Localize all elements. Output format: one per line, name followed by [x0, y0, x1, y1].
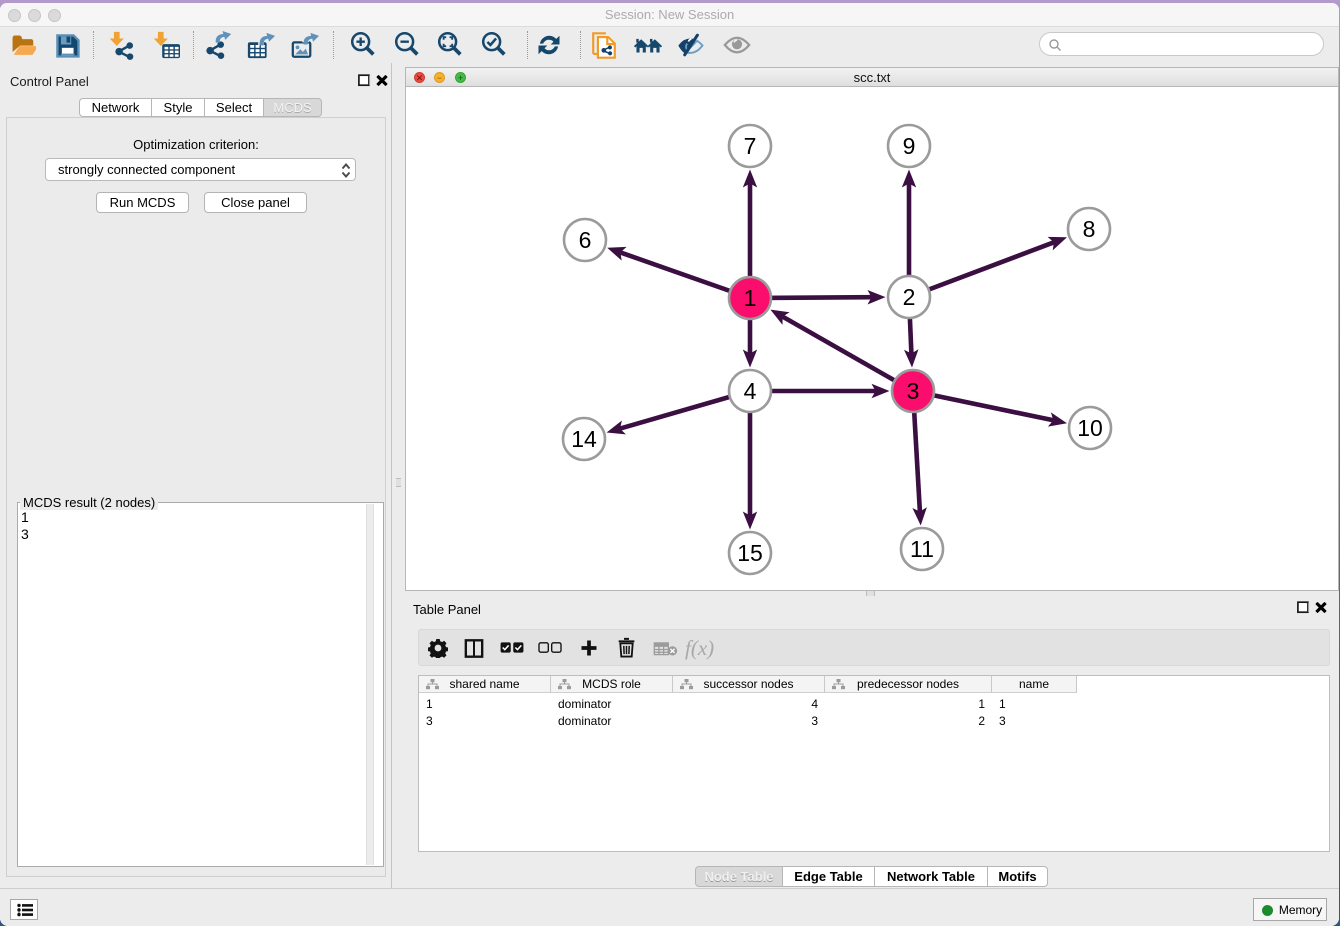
svg-text:3: 3 [907, 378, 920, 404]
svg-text:10: 10 [1077, 415, 1103, 441]
svg-text:14: 14 [571, 426, 597, 452]
svg-text:11: 11 [910, 536, 934, 562]
svg-text:8: 8 [1083, 216, 1096, 242]
svg-text:1: 1 [744, 285, 757, 311]
svg-text:15: 15 [737, 540, 763, 566]
svg-text:4: 4 [744, 378, 757, 404]
svg-text:2: 2 [903, 284, 916, 310]
svg-text:9: 9 [903, 133, 916, 159]
svg-text:7: 7 [744, 133, 757, 159]
svg-text:6: 6 [579, 227, 592, 253]
